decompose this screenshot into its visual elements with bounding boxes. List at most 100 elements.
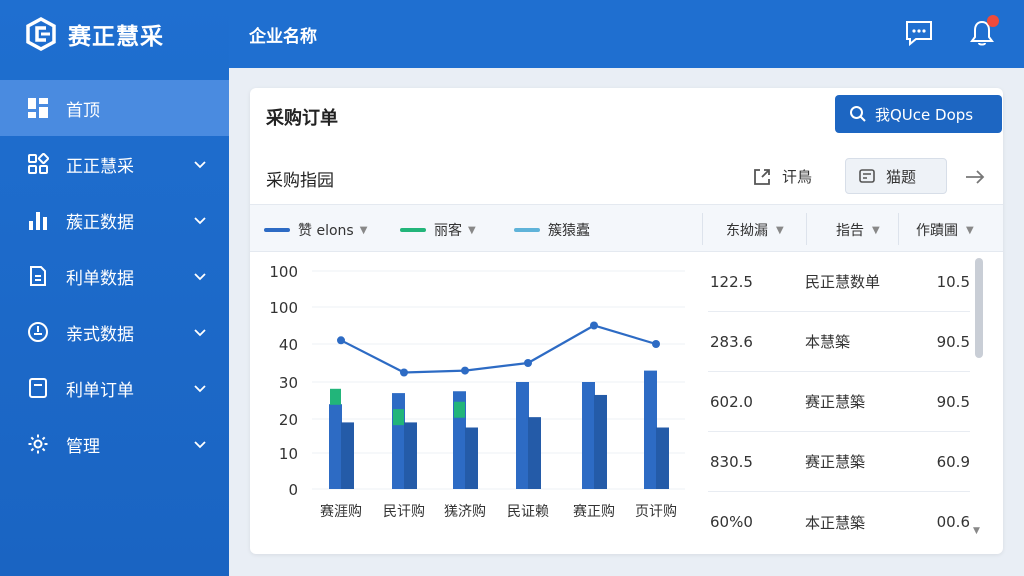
orders-card: 采购订单 我QUce Dops 采购指园 讦鳥 猫题 赞 elons ▼ 丽客 … [250, 88, 1003, 554]
column-header-label: 作蹟圃 [916, 223, 958, 239]
caret-down-icon: ▼ [966, 224, 974, 236]
caret-down-icon: ▼ [776, 224, 784, 236]
bar-highlight [454, 401, 465, 418]
export-icon [754, 168, 770, 185]
legend-item[interactable]: 赞 elons ▼ [264, 220, 367, 240]
sidebar: 赛正慧采 首顶 正正慧采 蔟正数据 利单数据 亲式数据 利单订单 管理 [0, 0, 229, 576]
legend-swatch [264, 228, 290, 232]
column-header[interactable]: 指告 ▼ [836, 220, 880, 240]
scrollbar-thumb[interactable] [975, 258, 983, 358]
export-button[interactable]: 讦鳥 [752, 166, 812, 187]
search-button-label: 我QUce Dops [875, 105, 974, 124]
message-icon[interactable] [904, 18, 934, 48]
legend-label: 簇猿蠹 [548, 223, 590, 239]
y-tick-label: 30 [279, 374, 298, 392]
app-name: 赛正慧采 [68, 24, 164, 50]
table-cell: 00.6 [936, 513, 970, 531]
table-cell: 90.5 [936, 332, 970, 351]
caret-down-icon: ▼ [359, 224, 368, 236]
line-point [400, 368, 408, 377]
logo-icon [26, 17, 56, 51]
y-tick-label: 100 [269, 263, 298, 281]
gear-icon [26, 432, 50, 456]
document-icon [26, 264, 50, 288]
app-logo[interactable]: 赛正慧采 [0, 0, 229, 68]
bar-secondary [528, 417, 541, 489]
table-row[interactable]: 830.5 赛正慧築 60.9 [708, 432, 970, 492]
sidebar-item-data[interactable]: 蔟正数据 [0, 192, 229, 248]
column-header-label: 东拗漏 [726, 223, 768, 239]
bar-primary [516, 382, 529, 489]
table-row[interactable]: 60%0 本正慧築 00.6 [708, 492, 970, 552]
sidebar-item-procurement[interactable]: 正正慧采 [0, 136, 229, 192]
bar-secondary [341, 422, 354, 489]
dashboard-icon [26, 96, 50, 120]
y-tick-label: 0 [288, 481, 298, 499]
bar-primary [644, 370, 657, 489]
scroll-down-icon[interactable]: ▼ [973, 526, 980, 536]
sidebar-item-label: 利单订单 [66, 380, 134, 401]
search-button[interactable]: 我QUce Dops [835, 95, 1002, 133]
line-point [590, 321, 598, 330]
sidebar-nav: 首顶 正正慧采 蔟正数据 利单数据 亲式数据 利单订单 管理 [0, 80, 229, 472]
search-icon [850, 106, 866, 122]
sidebar-item-label: 首顶 [66, 100, 100, 121]
table-cell: 122.5 [710, 272, 753, 291]
table-row[interactable]: 283.6 本慧築 90.5 [708, 312, 970, 372]
column-header-label: 指告 [836, 223, 864, 239]
bar-secondary [656, 427, 669, 489]
table-cell: 602.0 [710, 392, 753, 411]
bar-highlight [393, 409, 404, 426]
sidebar-item-orders[interactable]: 利单订单 [0, 360, 229, 416]
legend-header-row: 赞 elons ▼ 丽客 ▼ 簇猿蠹 东拗漏 ▼ 指告 ▼ 作蹟圃 ▼ [250, 204, 1003, 252]
table-row[interactable]: 122.5 民正慧数单 10.5 [708, 252, 970, 312]
x-tick-label: 民讦购 [383, 504, 425, 520]
sidebar-item-order-data[interactable]: 利单数据 [0, 248, 229, 304]
line-point [652, 340, 660, 348]
table-scrollbar[interactable]: ▼ [973, 258, 983, 540]
x-tick-label: 民证赖 [507, 504, 549, 520]
column-header[interactable]: 作蹟圃 ▼ [916, 220, 974, 240]
arrow-right-icon[interactable] [964, 168, 986, 186]
top-bar: 企业名称 [229, 0, 1024, 68]
card-title: 采购订单 [266, 108, 338, 129]
table-cell: 60%0 [710, 513, 753, 531]
y-tick-label: 40 [279, 336, 298, 354]
grid-icon [26, 152, 50, 176]
chevron-down-icon [194, 161, 206, 169]
column-divider [806, 213, 807, 245]
x-tick-label: 赛正购 [573, 504, 615, 520]
legend-swatch [514, 228, 540, 232]
sidebar-item-label: 亲式数据 [66, 324, 134, 345]
table-cell: 60.9 [936, 452, 970, 471]
sidebar-item-label: 正正慧采 [66, 156, 134, 177]
legend-item[interactable]: 簇猿蠹 [514, 220, 590, 240]
chevron-down-icon [194, 217, 206, 225]
legend-item[interactable]: 丽客 ▼ [400, 220, 476, 240]
x-tick-label: 獇济购 [444, 504, 486, 520]
notification-button[interactable] [967, 15, 999, 48]
company-name: 企业名称 [249, 26, 317, 47]
table-cell: 10.5 [936, 272, 970, 291]
bar-primary [392, 393, 405, 489]
sidebar-item-home[interactable]: 首顶 [0, 80, 229, 136]
line-point [461, 366, 469, 375]
filter-button[interactable]: 猫题 [845, 158, 947, 194]
legend-swatch [400, 228, 426, 232]
data-table: 122.5 民正慧数单 10.5 283.6 本慧築 90.5 602.0 赛正… [708, 252, 970, 552]
legend-label: 丽客 [434, 223, 462, 239]
bar-secondary [465, 427, 478, 489]
table-cell: 赛正慧築 [805, 393, 866, 411]
sidebar-item-label: 利单数据 [66, 268, 134, 289]
line-point [524, 359, 532, 367]
bar-primary [582, 382, 595, 489]
line-point [337, 336, 345, 345]
column-divider [702, 213, 703, 245]
table-cell: 830.5 [710, 452, 753, 471]
sidebar-item-stats[interactable]: 亲式数据 [0, 304, 229, 360]
column-header[interactable]: 东拗漏 ▼ [726, 220, 784, 240]
sidebar-item-manage[interactable]: 管理 [0, 416, 229, 472]
x-tick-label: 赛涯购 [320, 504, 362, 520]
table-cell: 本慧築 [805, 333, 851, 351]
table-row[interactable]: 602.0 赛正慧築 90.5 [708, 372, 970, 432]
